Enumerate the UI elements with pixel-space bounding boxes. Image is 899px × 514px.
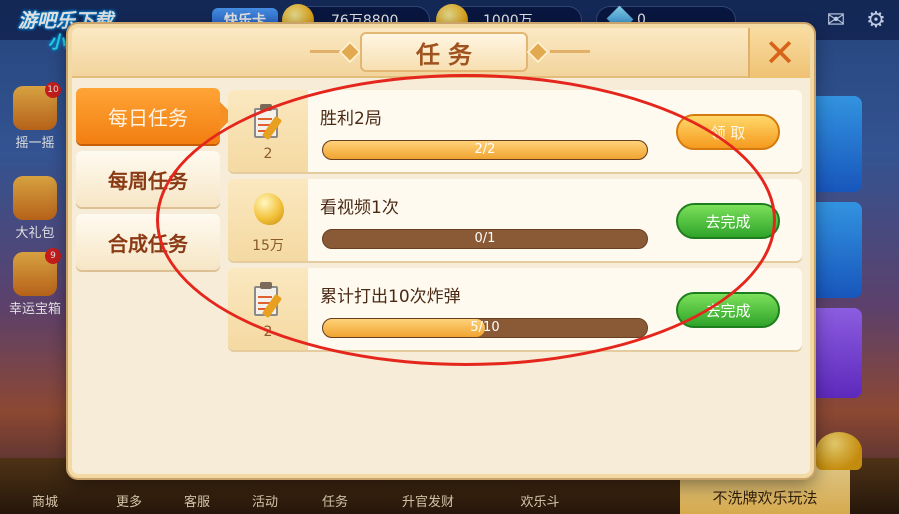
task-row: 2 累计打出10次炸弹 5/10 去完成 <box>228 268 802 350</box>
reward-amount: 2 <box>263 146 273 162</box>
title-ornament-line <box>550 50 590 53</box>
reward-amount: 15万 <box>252 238 284 254</box>
task-dialog: 任务 ✕ 每日任务 每周任务 合成任务 2 胜利2局 2/2 领 取 15万 看… <box>68 24 814 478</box>
reward-box: 15万 <box>228 179 308 261</box>
title-ornament <box>526 40 550 64</box>
progress-label: 0/1 <box>474 231 496 246</box>
task-tabs: 每日任务 每周任务 合成任务 <box>76 88 234 277</box>
clipboard-icon <box>254 104 283 141</box>
title-ornament <box>338 40 362 64</box>
claim-button[interactable]: 领 取 <box>676 114 780 150</box>
tab-label: 每日任务 <box>108 105 188 130</box>
dialog-title: 任务 <box>416 40 480 69</box>
tab-synthesis-tasks[interactable]: 合成任务 <box>76 214 220 270</box>
task-row: 15万 看视频1次 0/1 去完成 <box>228 179 802 261</box>
task-title: 胜利2局 <box>320 109 382 129</box>
progress-label: 2/2 <box>474 142 496 157</box>
task-progress-bar: 2/2 <box>322 140 648 160</box>
task-title: 累计打出10次炸弹 <box>320 287 461 307</box>
tab-weekly-tasks[interactable]: 每周任务 <box>76 151 220 207</box>
progress-label: 5/10 <box>470 320 500 335</box>
task-list: 2 胜利2局 2/2 领 取 15万 看视频1次 0/1 去完成 2 累计打出1… <box>228 90 802 357</box>
dialog-header: 任务 ✕ <box>72 28 810 78</box>
task-row: 2 胜利2局 2/2 领 取 <box>228 90 802 172</box>
tab-daily-tasks[interactable]: 每日任务 <box>76 88 234 144</box>
reward-box: 2 <box>228 90 308 172</box>
gold-nugget-icon <box>254 193 284 225</box>
reward-amount: 2 <box>263 324 273 340</box>
close-button[interactable]: ✕ <box>748 28 810 78</box>
task-progress-bar: 0/1 <box>322 229 648 249</box>
go-complete-button[interactable]: 去完成 <box>676 292 780 328</box>
title-plate: 任务 <box>360 32 528 72</box>
tab-label: 每周任务 <box>108 168 188 193</box>
reward-box: 2 <box>228 268 308 350</box>
go-complete-button[interactable]: 去完成 <box>676 203 780 239</box>
tab-label: 合成任务 <box>108 231 188 256</box>
close-icon: ✕ <box>764 31 796 75</box>
task-title: 看视频1次 <box>320 198 399 218</box>
task-progress-bar: 5/10 <box>322 318 648 338</box>
clipboard-icon <box>254 282 283 319</box>
